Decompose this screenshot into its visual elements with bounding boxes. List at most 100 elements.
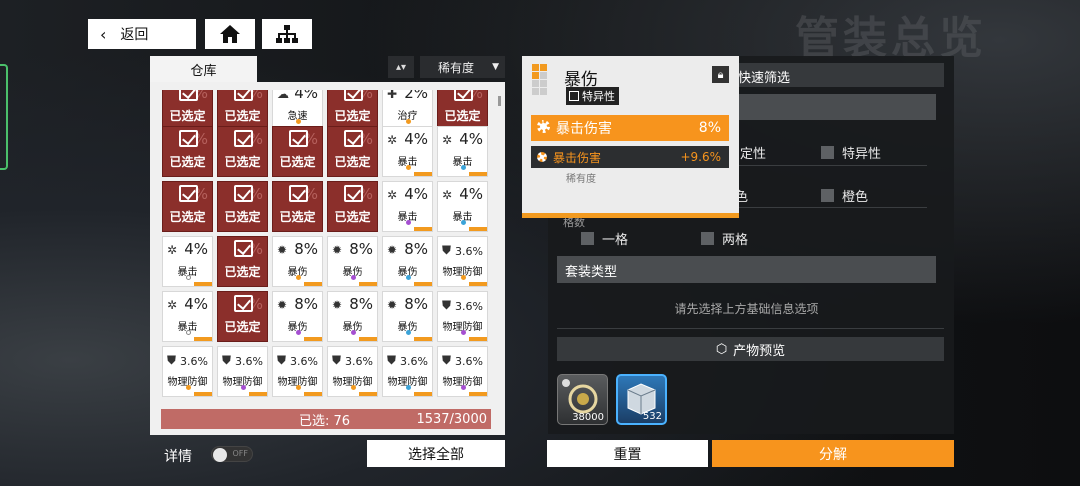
inventory-cell-selected[interactable]: % 已选定 <box>162 126 213 177</box>
selected-tag: 已选定 <box>224 109 261 123</box>
preview-item-coin[interactable]: 38000 <box>557 374 608 425</box>
cell-value: 8% <box>404 240 428 258</box>
preview-item-chip-box[interactable]: 532 <box>616 374 667 425</box>
inventory-cell-selected[interactable]: % 已选定 <box>327 126 378 177</box>
checkmark-icon <box>234 90 253 101</box>
chevron-left-icon: ‹ <box>100 24 107 44</box>
selected-tag: 已选定 <box>334 155 371 169</box>
decompose-button[interactable]: 分解 <box>712 440 954 467</box>
cell-value: 8% <box>294 295 318 313</box>
inventory-cell-selected[interactable]: % 已选定 <box>217 90 268 131</box>
inventory-cell-selected[interactable]: % 已选定 <box>217 126 268 177</box>
filter-special[interactable]: 特异性 <box>821 143 881 162</box>
lock-icon[interactable]: 🔒︎ <box>712 66 729 83</box>
inventory-cell[interactable]: ✹ 8% 暴伤 <box>327 291 378 342</box>
rarity-dot <box>295 275 301 280</box>
main-attr-label: 暴击伤害 <box>537 118 612 138</box>
inventory-cell[interactable]: ☁ 4% 急速 <box>272 90 323 131</box>
shape-icon <box>532 64 556 102</box>
checkbox[interactable] <box>821 146 834 159</box>
inventory-cell[interactable]: ⛊ 3.6% 物理防御 <box>382 346 433 397</box>
inventory-cell-selected[interactable]: % 已选定 <box>327 90 378 131</box>
cell-value: 4% <box>459 130 483 148</box>
detail-toggle[interactable]: OFF <box>211 446 253 462</box>
inventory-cell-selected[interactable]: % 已选定 <box>217 236 268 287</box>
inventory-cell-selected[interactable]: % 已选定 <box>272 181 323 232</box>
cell-value: 3.6% <box>455 355 483 368</box>
tab-warehouse[interactable]: 仓库 <box>150 56 257 82</box>
back-label: 返回 <box>120 27 149 43</box>
side-marker <box>0 64 8 170</box>
rarity-dot <box>405 330 411 335</box>
filter-attr-type-fragment[interactable]: 定性 <box>740 143 766 162</box>
checkmark-icon <box>234 295 253 312</box>
reset-button[interactable]: 重置 <box>547 440 708 467</box>
corner-accent <box>469 392 487 396</box>
filter-grid-two[interactable]: 两格 <box>701 229 748 248</box>
cell-value: 4% <box>184 295 208 313</box>
inventory-cell-selected[interactable]: % 已选定 <box>217 291 268 342</box>
inventory-cell[interactable]: ✲ 4% 暴击 <box>382 126 433 177</box>
stat-icon: ⛊ <box>442 243 452 257</box>
selected-tag: 已选定 <box>224 210 261 224</box>
inventory-cell[interactable]: ✹ 8% 暴伤 <box>272 291 323 342</box>
hierarchy-button[interactable] <box>262 19 312 49</box>
sub-attr-label: 暴击伤害 <box>537 149 601 166</box>
filter-rarity-orange[interactable]: 橙色 <box>821 186 868 205</box>
inventory-cell[interactable]: ✲ 4% 暴击 <box>382 181 433 232</box>
stat-icon: ⛊ <box>332 353 342 367</box>
cell-value: 8% <box>349 240 373 258</box>
rarity-dot <box>405 119 411 124</box>
stat-icon: ☁ <box>277 90 289 101</box>
sort-direction-button[interactable]: ▴▾ <box>388 56 414 78</box>
sort-select[interactable]: 稀有度 ▼ <box>420 56 505 78</box>
rarity-dot <box>240 385 246 390</box>
tooltip-rarity-fragment: 稀有度 <box>566 174 596 185</box>
inventory-cell[interactable]: ✲ 4% 暴击 <box>437 181 488 232</box>
inventory-cell[interactable]: ✲ 4% 暴击 <box>162 236 213 287</box>
inventory-cell[interactable]: ⛊ 3.6% 物理防御 <box>437 346 488 397</box>
corner-accent <box>414 172 432 176</box>
preview-label: 产物预览 <box>733 343 786 359</box>
sub-attribute: 暴击伤害 +9.6% <box>531 146 729 168</box>
inventory-cell[interactable]: ✲ 4% 暴击 <box>162 291 213 342</box>
inventory-cell-selected[interactable]: % 已选定 <box>217 181 268 232</box>
back-button[interactable]: ‹ 返回 <box>88 19 196 49</box>
select-all-button[interactable]: 选择全部 <box>367 440 505 467</box>
sort-updown-icon: ▴▾ <box>395 61 407 73</box>
cell-value: 3.6% <box>455 245 483 258</box>
checkbox[interactable] <box>581 232 594 245</box>
inventory-cell[interactable]: ⛊ 3.6% 物理防御 <box>272 346 323 397</box>
inventory-cell[interactable]: ✹ 8% 暴伤 <box>272 236 323 287</box>
inventory-cell-selected[interactable]: % 已选定 <box>327 181 378 232</box>
inventory-cell-selected[interactable]: % 已选定 <box>162 181 213 232</box>
stat-icon: ✲ <box>167 298 178 312</box>
checkbox[interactable] <box>821 189 834 202</box>
cell-value: 8% <box>294 240 318 258</box>
checkbox[interactable] <box>701 232 714 245</box>
inventory-cell[interactable]: ✲ 4% 暴击 <box>437 126 488 177</box>
inventory-cell-selected[interactable]: % 已选定 <box>162 90 213 131</box>
attr-type-text: 定性 <box>740 147 767 162</box>
item-count: 532 <box>642 411 662 422</box>
crit-damage-icon <box>537 151 547 162</box>
inventory-cell[interactable]: ⛊ 3.6% 物理防御 <box>162 346 213 397</box>
corner-accent <box>194 282 212 286</box>
inventory-cell[interactable]: ✹ 8% 暴伤 <box>382 291 433 342</box>
inventory-cell[interactable]: ⛊ 3.6% 物理防御 <box>217 346 268 397</box>
inventory-cell[interactable]: ⛊ 3.6% 物理防御 <box>437 291 488 342</box>
inventory-cell-selected[interactable]: % 已选定 <box>437 90 488 131</box>
inventory-cell[interactable]: ✹ 8% 暴伤 <box>327 236 378 287</box>
suit-type-header[interactable]: 套装类型 <box>557 256 936 283</box>
selection-status-bar: 已选: 76 1537/3000 <box>161 409 491 429</box>
scrollbar[interactable] <box>498 96 501 106</box>
inventory-cell[interactable]: ✚ 2% 治疗 <box>382 90 433 131</box>
stat-icon: ✲ <box>442 188 453 202</box>
stat-icon: ⛊ <box>442 298 452 312</box>
home-button[interactable] <box>205 19 255 49</box>
filter-grid-one[interactable]: 一格 <box>581 229 628 248</box>
inventory-cell-selected[interactable]: % 已选定 <box>272 126 323 177</box>
inventory-cell[interactable]: ⛊ 3.6% 物理防御 <box>437 236 488 287</box>
inventory-cell[interactable]: ✹ 8% 暴伤 <box>382 236 433 287</box>
inventory-cell[interactable]: ⛊ 3.6% 物理防御 <box>327 346 378 397</box>
